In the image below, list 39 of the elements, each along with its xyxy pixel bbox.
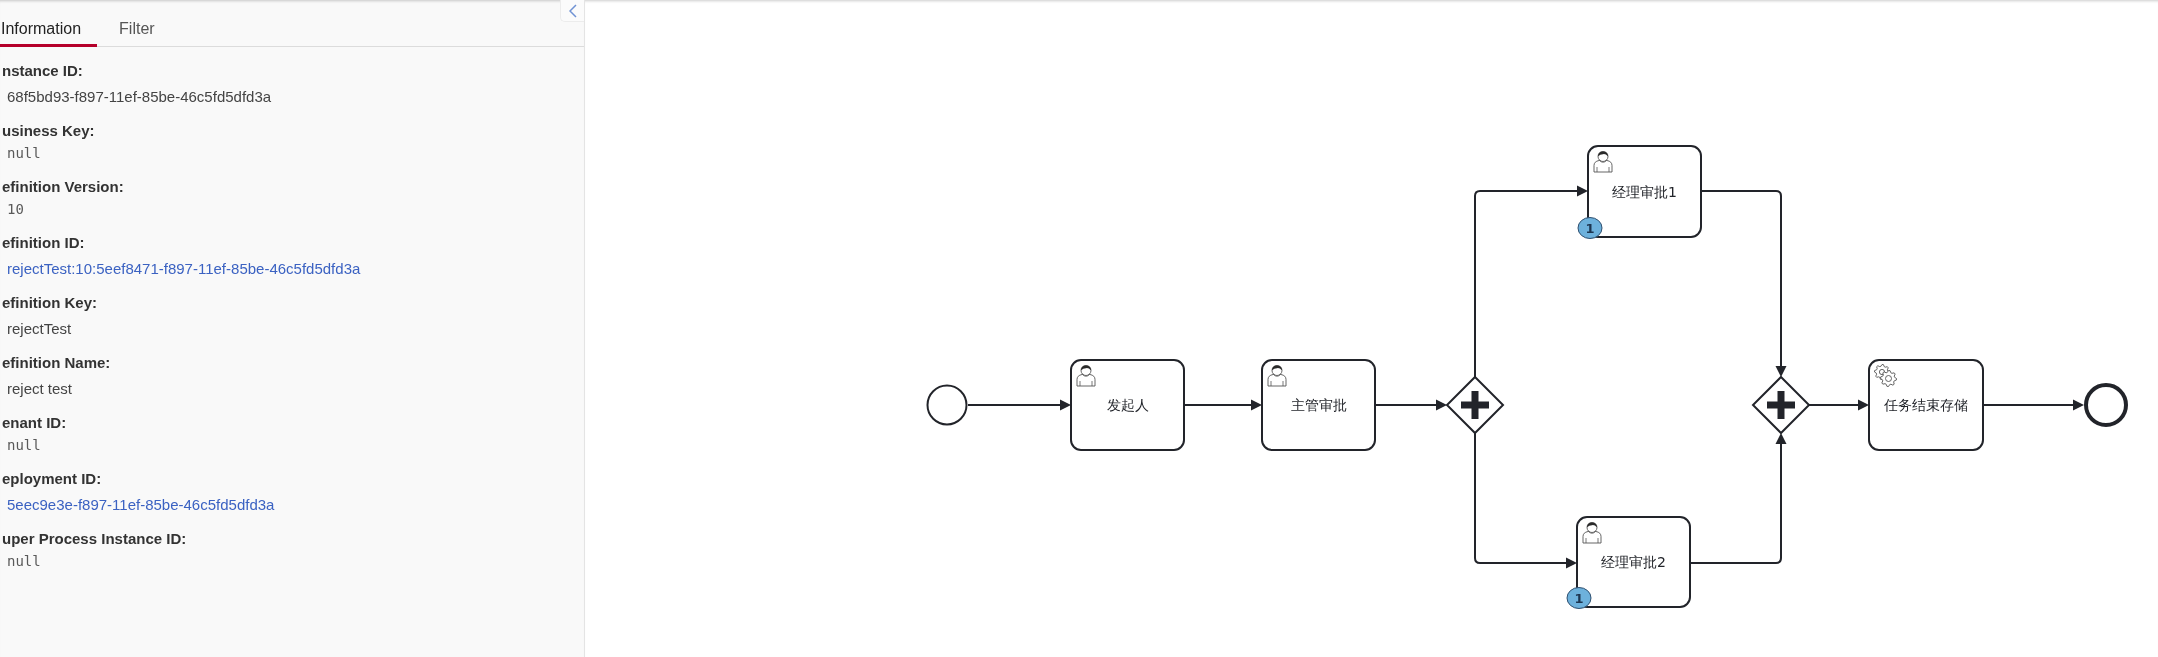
field-value: 10 bbox=[7, 200, 24, 219]
field-label: nstance ID: bbox=[1, 61, 83, 81]
collapse-panel-button[interactable] bbox=[560, 0, 584, 22]
field-label: efinition Version: bbox=[1, 177, 124, 197]
field-value: null bbox=[7, 436, 41, 455]
start-event-circle bbox=[926, 384, 968, 426]
sequence-flow-arrow bbox=[1808, 399, 1869, 411]
task-label: 发起人 bbox=[1106, 397, 1149, 413]
task-label: 任务结束存储 bbox=[1884, 397, 1968, 413]
user-icon bbox=[1593, 151, 1613, 173]
panel-tab[interactable]: Information bbox=[0, 0, 98, 47]
user-icon bbox=[1267, 365, 1287, 387]
field-value: 68f5bd93-f897-11ef-85be-46c5fd5dfd3a bbox=[7, 87, 272, 107]
field-label: eployment ID: bbox=[1, 469, 102, 489]
task-label: 经理审批1 bbox=[1612, 183, 1677, 200]
count-badge: 1 bbox=[1566, 587, 1592, 609]
count-badge: 1 bbox=[1577, 217, 1603, 239]
id-link[interactable]: rejectTest:10:5eef8471-f897-11ef-85be-46c5fd5dfd3a bbox=[7, 258, 361, 280]
end-event-circle bbox=[2084, 383, 2128, 427]
task-label: 主管审批 bbox=[1290, 397, 1347, 413]
id-link[interactable]: 5eec9e3e-f897-11ef-85be-46c5fd5dfd3a bbox=[7, 494, 275, 516]
task-label: 经理审批2 bbox=[1601, 554, 1666, 570]
field-value: null bbox=[7, 552, 41, 571]
field-label: efinition Name: bbox=[1, 353, 111, 373]
field-label: enant ID: bbox=[1, 413, 67, 433]
field-label: efinition ID: bbox=[1, 233, 85, 253]
field-label: efinition Key: bbox=[1, 293, 97, 313]
gateway-diamond bbox=[1751, 375, 1811, 435]
user-icon bbox=[1076, 365, 1096, 387]
field-value: rejectTest bbox=[7, 319, 72, 339]
field-label: usiness Key: bbox=[1, 121, 95, 141]
field-label: uper Process Instance ID: bbox=[1, 529, 187, 549]
gateway-diamond bbox=[1445, 375, 1505, 435]
field-value: null bbox=[7, 144, 41, 163]
user-icon bbox=[1582, 522, 1602, 544]
gears-icon bbox=[1874, 364, 1897, 387]
field-value: reject test bbox=[7, 379, 73, 399]
chevron-left-icon bbox=[568, 3, 577, 18]
panel-tab[interactable]: Filter bbox=[97, 0, 177, 47]
